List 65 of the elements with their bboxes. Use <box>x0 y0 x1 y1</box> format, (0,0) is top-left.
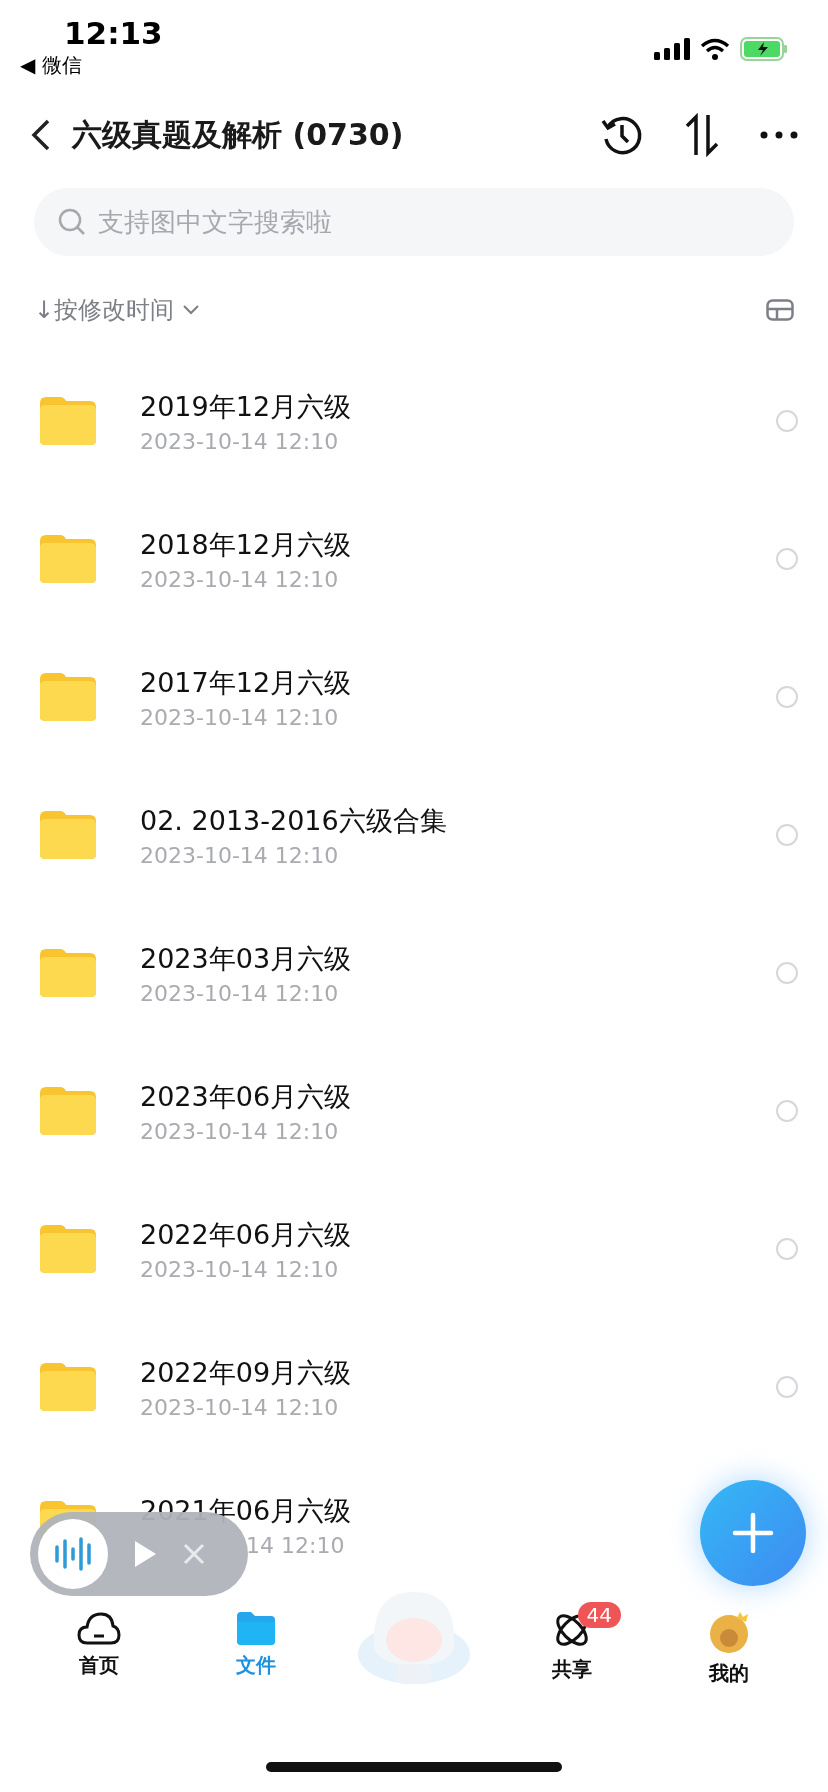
plus-icon <box>732 1512 774 1554</box>
modified-date: 2023-10-14 12:10 <box>140 1118 339 1144</box>
folder-icon <box>38 1223 98 1275</box>
folder-icon <box>38 947 98 999</box>
signal-icon <box>654 38 690 60</box>
folder-row[interactable]: 2018年12月六级 2023-10-14 12:10 <box>0 490 828 628</box>
chevron-down-icon <box>182 304 201 316</box>
close-icon[interactable] <box>182 1542 206 1566</box>
wifi-icon <box>700 38 730 60</box>
tab-item[interactable]: 我的 <box>669 1610 790 1687</box>
view-toggle-icon[interactable] <box>766 299 794 321</box>
select-radio[interactable] <box>776 686 798 708</box>
folder-row[interactable]: 02. 2013-2016六级合集 2023-10-14 12:10 <box>0 766 828 904</box>
folder-title: 六级真题及解析 (0730) <box>72 115 405 154</box>
folder-icon <box>38 1361 98 1413</box>
select-radio[interactable] <box>776 824 798 846</box>
select-radio[interactable] <box>776 1100 798 1122</box>
folder-row[interactable]: 2017年12月六级 2023-10-14 12:10 <box>0 628 828 766</box>
folder-name: 2022年06月六级 <box>140 1217 353 1252</box>
modified-date: 2023-10-14 12:10 <box>140 428 339 454</box>
tab-item[interactable]: 首页 <box>38 1610 159 1679</box>
select-radio[interactable] <box>776 548 798 570</box>
folder-row[interactable]: 2019年12月六级 2023-10-14 12:10 <box>0 352 828 490</box>
folder-icon <box>38 1085 98 1137</box>
folder-name: 2023年03月六级 <box>140 941 353 976</box>
more-icon[interactable] <box>760 131 798 139</box>
notification-badge: 44 <box>577 1602 622 1628</box>
folder-row[interactable]: 2023年03月六级 2023-10-14 12:10 <box>0 904 828 1042</box>
search-field[interactable]: 支持图中文字搜索啦 <box>34 188 794 256</box>
folder-icon <box>38 395 98 447</box>
folder-name: 02. 2013-2016六级合集 <box>140 803 448 838</box>
modified-date: 2023-10-14 12:10 <box>140 842 339 868</box>
play-icon[interactable] <box>132 1538 158 1570</box>
folder-name: 2022年09月六级 <box>140 1355 353 1390</box>
modified-date: 2023-10-14 12:10 <box>140 566 339 592</box>
sort-dropdown[interactable]: ↓按修改时间 <box>34 294 201 326</box>
modified-date: 2023-10-14 12:10 <box>140 1394 339 1420</box>
folder-row[interactable]: 2023年06月六级 2023-10-14 12:10 <box>0 1042 828 1180</box>
battery-icon <box>740 37 788 61</box>
folder-icon <box>38 809 98 861</box>
folder-icon <box>38 671 98 723</box>
select-radio[interactable] <box>776 962 798 984</box>
folder-name: 2017年12月六级 <box>140 665 353 700</box>
status-time: 12:13 <box>64 14 163 52</box>
modified-date: 2023-10-14 12:10 <box>140 704 339 730</box>
back-icon[interactable] <box>30 118 52 152</box>
search-icon <box>58 208 86 236</box>
folder-name: 2018年12月六级 <box>140 527 353 562</box>
folder-icon <box>236 1610 277 1646</box>
modified-date: 2023-10-14 12:10 <box>140 980 339 1006</box>
cloud-icon <box>76 1610 121 1646</box>
select-radio[interactable] <box>776 1238 798 1260</box>
folder-name: 2019年12月六级 <box>140 389 353 424</box>
select-radio[interactable] <box>776 410 798 432</box>
back-to-app-link[interactable]: ◀ 微信 <box>20 52 82 78</box>
select-radio[interactable] <box>776 1376 798 1398</box>
add-button[interactable] <box>700 1480 806 1586</box>
folder-row[interactable]: 2022年06月六级 2023-10-14 12:10 <box>0 1180 828 1318</box>
folder-icon <box>38 533 98 585</box>
modified-date: 2023-10-14 12:10 <box>140 1256 339 1282</box>
modified-date: 14 12:10 <box>246 1532 345 1558</box>
waveform-icon[interactable] <box>38 1519 108 1589</box>
folder-name: 2021年06月六级 <box>140 1493 353 1528</box>
folder-row[interactable]: 2022年09月六级 2023-10-14 12:10 <box>0 1318 828 1456</box>
folder-name: 2023年06月六级 <box>140 1079 353 1114</box>
